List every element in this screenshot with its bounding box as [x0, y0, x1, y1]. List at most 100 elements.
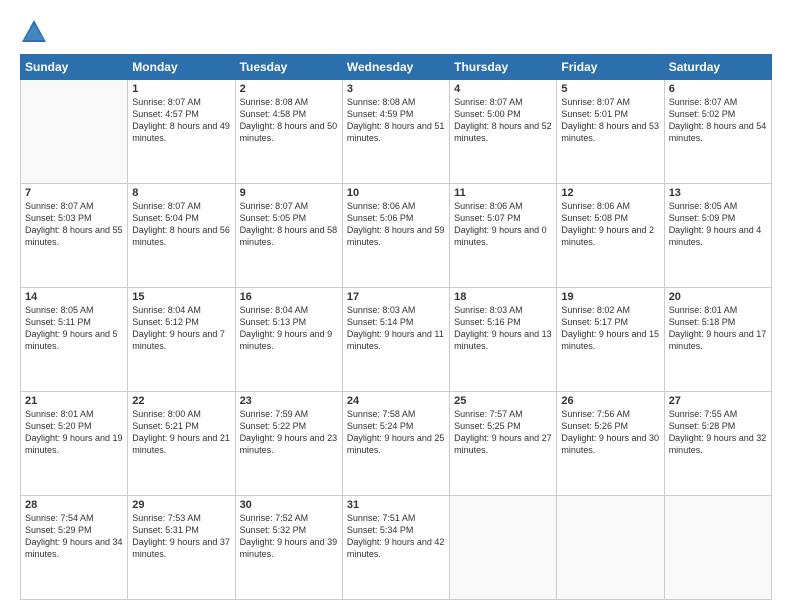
sunrise-text: Sunrise: 8:08 AM [347, 97, 416, 107]
sunset-text: Sunset: 5:07 PM [454, 213, 521, 223]
sunrise-text: Sunrise: 8:07 AM [240, 201, 309, 211]
daylight-text: Daylight: 9 hours and 27 minutes. [454, 433, 552, 455]
sunset-text: Sunset: 5:00 PM [454, 109, 521, 119]
sunset-text: Sunset: 5:22 PM [240, 421, 307, 431]
daylight-text: Daylight: 8 hours and 52 minutes. [454, 121, 552, 143]
daylight-text: Daylight: 8 hours and 53 minutes. [561, 121, 659, 143]
day-info: Sunrise: 8:01 AM Sunset: 5:20 PM Dayligh… [25, 408, 123, 457]
calendar-week: 1 Sunrise: 8:07 AM Sunset: 4:57 PM Dayli… [21, 80, 772, 184]
calendar-week: 7 Sunrise: 8:07 AM Sunset: 5:03 PM Dayli… [21, 184, 772, 288]
weekday-header: Wednesday [342, 55, 449, 80]
calendar-cell: 11 Sunrise: 8:06 AM Sunset: 5:07 PM Dayl… [450, 184, 557, 288]
day-info: Sunrise: 8:07 AM Sunset: 5:02 PM Dayligh… [669, 96, 767, 145]
day-info: Sunrise: 8:04 AM Sunset: 5:13 PM Dayligh… [240, 304, 338, 353]
day-number: 2 [240, 83, 338, 95]
sunset-text: Sunset: 5:13 PM [240, 317, 307, 327]
day-number: 28 [25, 499, 123, 511]
sunrise-text: Sunrise: 7:51 AM [347, 513, 416, 523]
calendar-cell: 20 Sunrise: 8:01 AM Sunset: 5:18 PM Dayl… [664, 288, 771, 392]
day-number: 10 [347, 187, 445, 199]
weekday-header: Tuesday [235, 55, 342, 80]
sunrise-text: Sunrise: 8:06 AM [561, 201, 630, 211]
calendar-cell: 1 Sunrise: 8:07 AM Sunset: 4:57 PM Dayli… [128, 80, 235, 184]
day-number: 22 [132, 395, 230, 407]
weekday-header: Sunday [21, 55, 128, 80]
sunrise-text: Sunrise: 8:03 AM [454, 305, 523, 315]
page: SundayMondayTuesdayWednesdayThursdayFrid… [0, 0, 792, 612]
calendar-cell: 7 Sunrise: 8:07 AM Sunset: 5:03 PM Dayli… [21, 184, 128, 288]
sunset-text: Sunset: 5:01 PM [561, 109, 628, 119]
day-info: Sunrise: 8:03 AM Sunset: 5:16 PM Dayligh… [454, 304, 552, 353]
sunrise-text: Sunrise: 7:56 AM [561, 409, 630, 419]
day-number: 29 [132, 499, 230, 511]
weekday-header: Monday [128, 55, 235, 80]
day-info: Sunrise: 8:03 AM Sunset: 5:14 PM Dayligh… [347, 304, 445, 353]
sunrise-text: Sunrise: 8:01 AM [669, 305, 738, 315]
calendar-cell: 27 Sunrise: 7:55 AM Sunset: 5:28 PM Dayl… [664, 392, 771, 496]
daylight-text: Daylight: 9 hours and 42 minutes. [347, 537, 445, 559]
calendar-cell: 16 Sunrise: 8:04 AM Sunset: 5:13 PM Dayl… [235, 288, 342, 392]
day-info: Sunrise: 8:08 AM Sunset: 4:58 PM Dayligh… [240, 96, 338, 145]
calendar-cell: 19 Sunrise: 8:02 AM Sunset: 5:17 PM Dayl… [557, 288, 664, 392]
sunset-text: Sunset: 5:34 PM [347, 525, 414, 535]
daylight-text: Daylight: 9 hours and 23 minutes. [240, 433, 338, 455]
sunrise-text: Sunrise: 8:04 AM [240, 305, 309, 315]
sunset-text: Sunset: 5:25 PM [454, 421, 521, 431]
calendar-week: 28 Sunrise: 7:54 AM Sunset: 5:29 PM Dayl… [21, 496, 772, 600]
day-info: Sunrise: 8:05 AM Sunset: 5:09 PM Dayligh… [669, 200, 767, 249]
sunrise-text: Sunrise: 8:07 AM [132, 97, 201, 107]
calendar-cell: 10 Sunrise: 8:06 AM Sunset: 5:06 PM Dayl… [342, 184, 449, 288]
sunset-text: Sunset: 5:11 PM [25, 317, 91, 327]
daylight-text: Daylight: 9 hours and 11 minutes. [347, 329, 444, 351]
sunset-text: Sunset: 5:28 PM [669, 421, 736, 431]
calendar-cell: 8 Sunrise: 8:07 AM Sunset: 5:04 PM Dayli… [128, 184, 235, 288]
weekday-header: Thursday [450, 55, 557, 80]
sunrise-text: Sunrise: 7:53 AM [132, 513, 201, 523]
calendar-week: 14 Sunrise: 8:05 AM Sunset: 5:11 PM Dayl… [21, 288, 772, 392]
daylight-text: Daylight: 8 hours and 58 minutes. [240, 225, 338, 247]
calendar-cell [664, 496, 771, 600]
day-number: 6 [669, 83, 767, 95]
daylight-text: Daylight: 8 hours and 51 minutes. [347, 121, 445, 143]
day-info: Sunrise: 7:54 AM Sunset: 5:29 PM Dayligh… [25, 512, 123, 561]
day-info: Sunrise: 7:56 AM Sunset: 5:26 PM Dayligh… [561, 408, 659, 457]
sunset-text: Sunset: 4:58 PM [240, 109, 307, 119]
daylight-text: Daylight: 9 hours and 15 minutes. [561, 329, 659, 351]
day-number: 12 [561, 187, 659, 199]
sunset-text: Sunset: 5:31 PM [132, 525, 199, 535]
daylight-text: Daylight: 8 hours and 49 minutes. [132, 121, 230, 143]
day-number: 4 [454, 83, 552, 95]
day-info: Sunrise: 7:52 AM Sunset: 5:32 PM Dayligh… [240, 512, 338, 561]
daylight-text: Daylight: 9 hours and 25 minutes. [347, 433, 445, 455]
sunrise-text: Sunrise: 7:59 AM [240, 409, 309, 419]
day-info: Sunrise: 8:05 AM Sunset: 5:11 PM Dayligh… [25, 304, 123, 353]
day-number: 25 [454, 395, 552, 407]
weekday-row: SundayMondayTuesdayWednesdayThursdayFrid… [21, 55, 772, 80]
sunset-text: Sunset: 5:05 PM [240, 213, 307, 223]
sunrise-text: Sunrise: 8:01 AM [25, 409, 94, 419]
calendar-cell: 25 Sunrise: 7:57 AM Sunset: 5:25 PM Dayl… [450, 392, 557, 496]
day-info: Sunrise: 7:57 AM Sunset: 5:25 PM Dayligh… [454, 408, 552, 457]
sunrise-text: Sunrise: 8:08 AM [240, 97, 309, 107]
day-number: 24 [347, 395, 445, 407]
sunset-text: Sunset: 5:02 PM [669, 109, 736, 119]
header [20, 18, 772, 46]
weekday-header: Saturday [664, 55, 771, 80]
day-number: 18 [454, 291, 552, 303]
daylight-text: Daylight: 9 hours and 34 minutes. [25, 537, 123, 559]
sunset-text: Sunset: 5:03 PM [25, 213, 92, 223]
day-info: Sunrise: 8:07 AM Sunset: 5:05 PM Dayligh… [240, 200, 338, 249]
sunrise-text: Sunrise: 7:57 AM [454, 409, 523, 419]
day-info: Sunrise: 8:07 AM Sunset: 5:04 PM Dayligh… [132, 200, 230, 249]
sunrise-text: Sunrise: 7:58 AM [347, 409, 416, 419]
day-number: 9 [240, 187, 338, 199]
day-number: 7 [25, 187, 123, 199]
calendar-cell: 29 Sunrise: 7:53 AM Sunset: 5:31 PM Dayl… [128, 496, 235, 600]
daylight-text: Daylight: 9 hours and 5 minutes. [25, 329, 118, 351]
day-info: Sunrise: 8:04 AM Sunset: 5:12 PM Dayligh… [132, 304, 230, 353]
day-info: Sunrise: 7:51 AM Sunset: 5:34 PM Dayligh… [347, 512, 445, 561]
sunset-text: Sunset: 4:59 PM [347, 109, 414, 119]
daylight-text: Daylight: 8 hours and 56 minutes. [132, 225, 230, 247]
sunset-text: Sunset: 5:32 PM [240, 525, 307, 535]
daylight-text: Daylight: 9 hours and 4 minutes. [669, 225, 762, 247]
